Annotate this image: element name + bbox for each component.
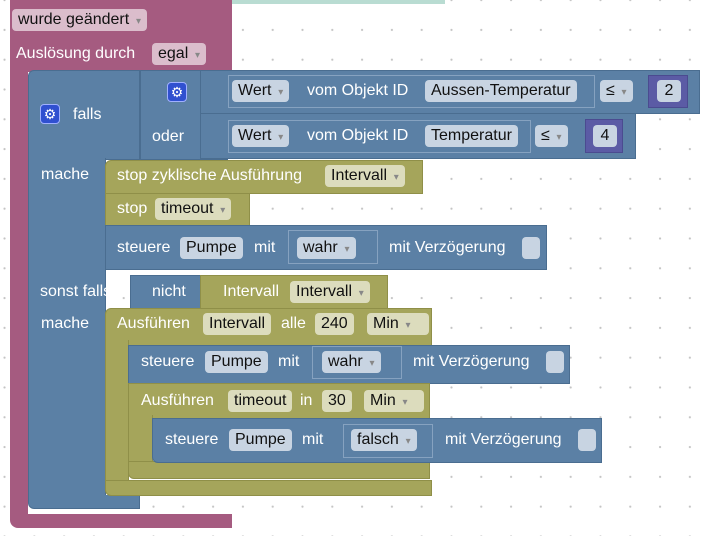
attr-dropdown-1[interactable]: Wert [232, 80, 290, 102]
object-id-label: vom Objekt ID [307, 127, 409, 144]
not-label: nicht [152, 283, 186, 300]
control-label: steuere [165, 431, 219, 448]
in-label: in [300, 392, 313, 409]
if-label: falls [73, 106, 102, 123]
object-field[interactable]: Pumpe [180, 237, 243, 259]
do-label: mache [41, 166, 90, 183]
interval-label: Intervall [223, 283, 280, 300]
with-label: mit [278, 353, 300, 370]
delay-label: mit Verzögerung [389, 239, 506, 256]
timeout-dropdown[interactable]: timeout [155, 198, 232, 220]
do2-label: mache [41, 315, 90, 332]
object-id-field-1[interactable]: Aussen-Temperatur [425, 80, 577, 102]
gear-icon[interactable]: ⚙ [167, 82, 187, 102]
with-label: mit [254, 239, 276, 256]
unit-dropdown[interactable]: Min [367, 313, 429, 335]
attr-dropdown-2[interactable]: Wert [232, 125, 290, 147]
bool-dropdown[interactable]: wahr [322, 351, 381, 373]
interval-name-field[interactable]: Intervall [203, 313, 272, 335]
object-field[interactable]: Pumpe [205, 351, 268, 373]
object-id-field-2[interactable]: Temperatur [425, 125, 518, 147]
every-label: alle [281, 315, 306, 332]
delay-checkbox[interactable] [578, 429, 596, 451]
other-block-edge [232, 0, 445, 4]
run-label: Ausführen [141, 392, 214, 409]
run-label: Ausführen [117, 315, 190, 332]
stop-label: stop [117, 200, 148, 217]
unit-dropdown[interactable]: Min [364, 390, 424, 412]
number-field-2[interactable]: 4 [593, 125, 617, 147]
control-label: steuere [117, 239, 171, 256]
bool-dropdown[interactable]: falsch [351, 429, 417, 451]
event-dropdown[interactable]: wurde geändert [12, 9, 147, 31]
operator-dropdown-2[interactable]: ≤ [535, 125, 568, 147]
interval-dropdown[interactable]: Intervall [325, 165, 405, 187]
elseif-label: sonst falls [40, 283, 112, 300]
delay-checkbox[interactable] [546, 351, 564, 373]
operator-dropdown-1[interactable]: ≤ [600, 80, 633, 102]
with-label: mit [302, 431, 324, 448]
delay-checkbox[interactable] [522, 237, 540, 259]
interval-value-field[interactable]: 240 [315, 313, 354, 335]
delay-label: mit Verzögerung [445, 431, 562, 448]
control-label: steuere [141, 353, 195, 370]
timeout-value-field[interactable]: 30 [322, 390, 352, 412]
bool-dropdown[interactable]: wahr [297, 237, 356, 259]
object-field[interactable]: Pumpe [229, 429, 292, 451]
or-label: oder [152, 128, 185, 145]
trigger-label: Auslösung durch [16, 45, 136, 62]
trigger-dropdown[interactable]: egal [152, 43, 207, 65]
delay-label: mit Verzögerung [413, 353, 530, 370]
number-field-1[interactable]: 2 [657, 80, 681, 102]
gear-icon[interactable]: ⚙ [40, 104, 60, 124]
timeout-name-field[interactable]: timeout [228, 390, 293, 412]
object-id-label: vom Objekt ID [307, 82, 409, 99]
interval-dropdown[interactable]: Intervall [290, 281, 370, 303]
stop-interval-label: stop zyklische Ausführung [117, 167, 302, 184]
